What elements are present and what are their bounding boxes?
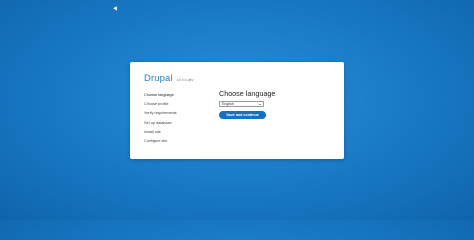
step-verify-requirements: Verify requirements [144, 111, 177, 116]
drupal-logo-text: Drupal [144, 73, 173, 84]
step-choose-language: Choose language [144, 93, 174, 97]
language-select[interactable]: English [219, 101, 264, 107]
step-configure-site: Configure site [144, 138, 168, 143]
save-and-continue-button[interactable]: Save and continue [219, 111, 266, 119]
installer-background: { "installer": { "brand": "Drupal", "ver… [0, 0, 474, 220]
installer-card: Drupal 10.0.0-dev Choose language Choose… [130, 62, 344, 159]
language-select-value: English [222, 102, 234, 106]
mouse-cursor-icon [113, 6, 119, 12]
chevron-down-icon [259, 104, 261, 105]
step-set-up-database: Set up database [144, 120, 172, 125]
step-choose-profile: Choose profile [144, 102, 169, 107]
brand: Drupal 10.0.0-dev [144, 73, 194, 84]
main-panel: Choose language English Save and continu… [219, 89, 276, 119]
version-label: 10.0.0-dev [176, 78, 194, 82]
page-title: Choose language [219, 89, 276, 98]
install-steps: Choose language Choose profile Verify re… [144, 91, 177, 146]
step-install-site: Install site [144, 129, 161, 134]
